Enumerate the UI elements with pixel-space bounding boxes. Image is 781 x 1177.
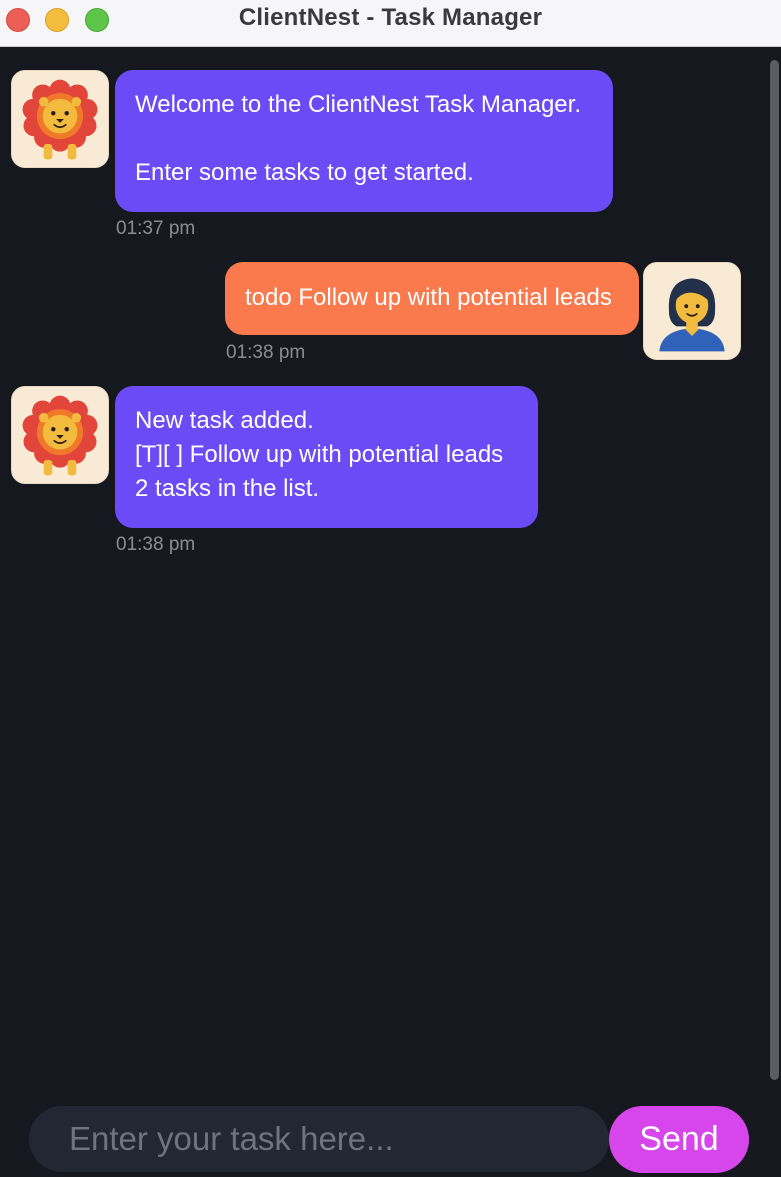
- user-message-bubble: todo Follow up with potential leads: [225, 262, 639, 335]
- task-input[interactable]: [29, 1106, 609, 1172]
- app-window: ClientNest - Task Manager Welcome to the…: [0, 0, 781, 1177]
- message-timestamp: 01:37 pm: [116, 218, 196, 239]
- chat-scrollbar[interactable]: [770, 60, 779, 1080]
- message-timestamp: 01:38 pm: [116, 534, 196, 555]
- send-button[interactable]: Send: [609, 1106, 749, 1173]
- bot-message-bubble: New task added. [T][ ] Follow up with po…: [115, 386, 538, 528]
- input-bar: Send: [0, 1088, 781, 1177]
- lion-icon: [11, 70, 109, 168]
- window-title: ClientNest - Task Manager: [238, 4, 543, 31]
- lion-icon: [11, 386, 109, 484]
- message-timestamp: 01:38 pm: [226, 342, 306, 363]
- bot-message-bubble: Welcome to the ClientNest Task Manager. …: [115, 70, 613, 212]
- title-bar: ClientNest - Task Manager: [0, 0, 781, 47]
- user-avatar-icon: [643, 262, 741, 360]
- chat-area[interactable]: Welcome to the ClientNest Task Manager. …: [0, 48, 781, 1088]
